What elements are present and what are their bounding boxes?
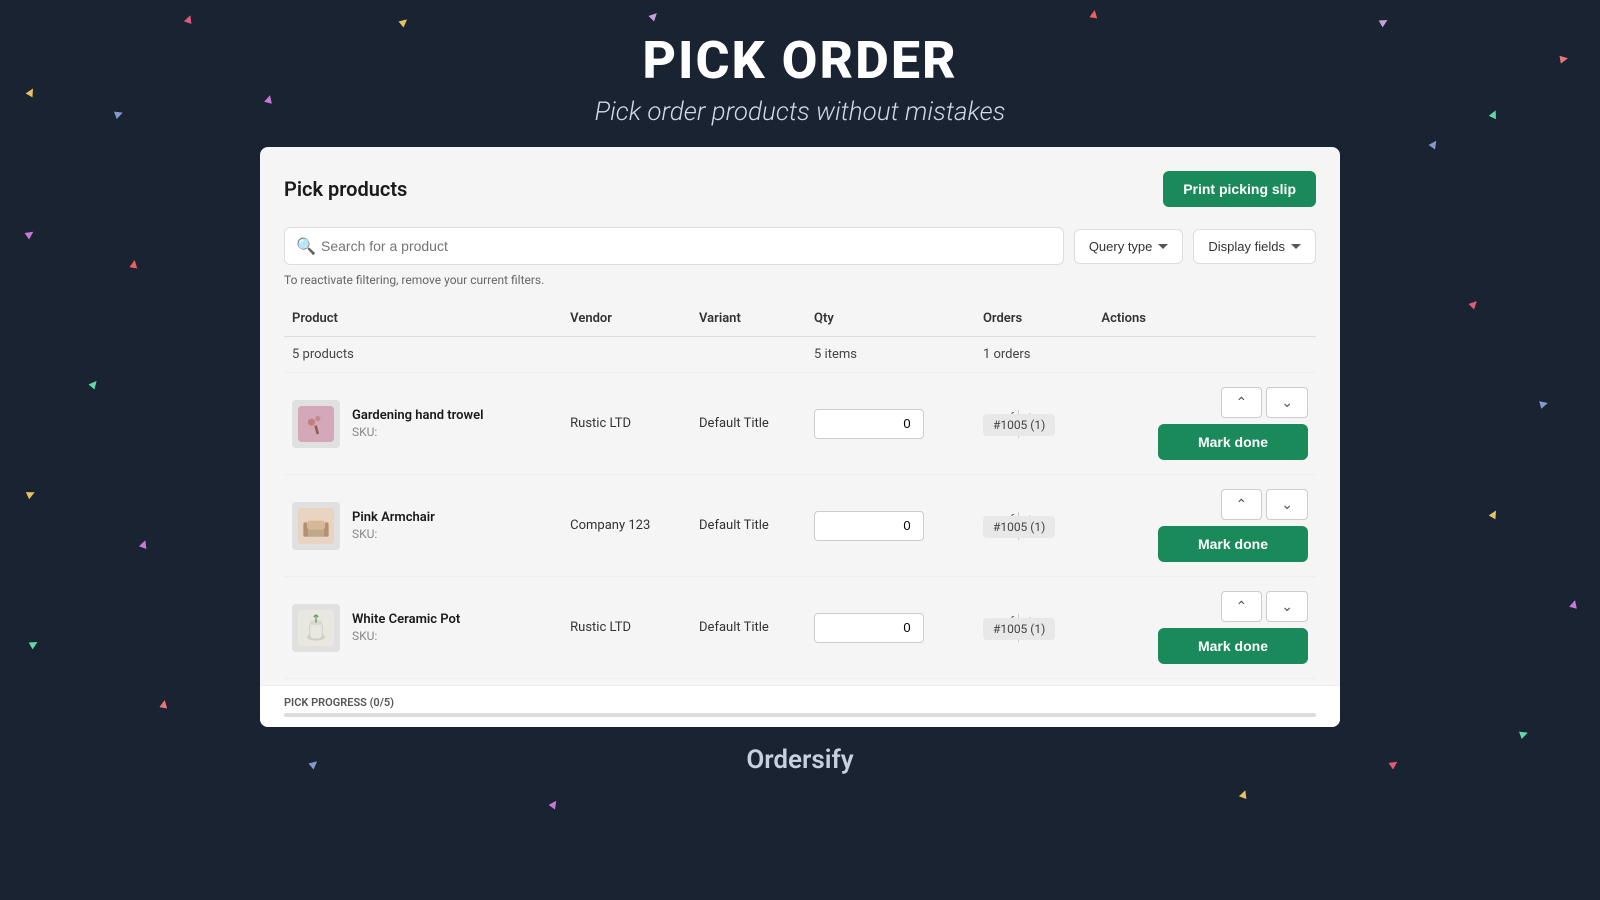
table-header: Product Vendor Variant Qty Orders Action… <box>284 301 1316 337</box>
product-info: White Ceramic Pot SKU: <box>292 604 554 652</box>
expand-buttons: ⌃ ⌄ <box>1221 489 1308 520</box>
collapse-button[interactable]: ⌃ <box>1221 387 1263 418</box>
search-row: 🔍 Query type Display fields <box>284 227 1316 265</box>
print-picking-slip-button[interactable]: Print picking slip <box>1163 171 1316 207</box>
display-fields-button[interactable]: Display fields <box>1193 229 1316 264</box>
product-thumbnail <box>292 400 340 448</box>
product-name: Gardening hand trowel <box>352 408 483 423</box>
search-icon: 🔍 <box>296 237 316 256</box>
product-vendor: Rustic LTD <box>562 373 691 475</box>
product-variant: Default Title <box>691 577 806 679</box>
progress-bar <box>284 713 1316 717</box>
search-box: 🔍 <box>284 227 1064 265</box>
search-input[interactable] <box>284 227 1064 265</box>
col-orders: Orders <box>975 301 1093 337</box>
summary-qty: 5 items <box>806 337 975 373</box>
expand-buttons: ⌃ ⌄ <box>1221 387 1308 418</box>
collapse-button[interactable]: ⌃ <box>1221 591 1263 622</box>
expand-button[interactable]: ⌄ <box>1266 387 1308 418</box>
product-thumbnail <box>292 502 340 550</box>
actions-cell: ⌃ ⌄ Mark done <box>1101 387 1308 460</box>
product-variant: Default Title <box>691 373 806 475</box>
page-header: PICK ORDER Pick order products without m… <box>0 0 1600 147</box>
expand-button[interactable]: ⌄ <box>1266 591 1308 622</box>
mark-done-button[interactable]: Mark done <box>1158 526 1308 562</box>
main-card: Pick products Print picking slip 🔍 Query… <box>260 147 1340 727</box>
product-sku: SKU: <box>352 629 460 643</box>
card-header: Pick products Print picking slip <box>284 171 1316 207</box>
product-sku: SKU: <box>352 425 483 439</box>
progress-bar-container: PICK PROGRESS (0/5) <box>260 685 1340 727</box>
actions-cell: ⌃ ⌄ Mark done <box>1101 489 1308 562</box>
product-vendor: Rustic LTD <box>562 577 691 679</box>
product-info: Gardening hand trowel SKU: <box>292 400 554 448</box>
expand-buttons: ⌃ ⌄ <box>1221 591 1308 622</box>
order-badge: #1005 (1) <box>983 618 1055 640</box>
table-row: Gardening hand trowel SKU: Rustic LTD De… <box>284 373 1316 475</box>
qty-control: of 1 ▲ ▼ <box>814 409 924 439</box>
product-variant: Default Title <box>691 475 806 577</box>
card-title: Pick products <box>284 177 407 201</box>
order-badge: #1005 (1) <box>983 414 1055 436</box>
page-title: PICK ORDER <box>0 30 1600 91</box>
product-info: Pink Armchair SKU: <box>292 502 554 550</box>
mark-done-button[interactable]: Mark done <box>1158 424 1308 460</box>
actions-cell: ⌃ ⌄ Mark done <box>1101 591 1308 664</box>
chevron-down-icon <box>1158 244 1168 249</box>
qty-control: of 1 ▲ ▼ <box>814 511 924 541</box>
qty-input[interactable] <box>815 410 999 437</box>
chevron-down-icon <box>1291 244 1301 249</box>
col-product: Product <box>284 301 562 337</box>
qty-input[interactable] <box>815 614 999 641</box>
product-name: White Ceramic Pot <box>352 612 460 627</box>
order-badge: #1005 (1) <box>983 516 1055 538</box>
col-variant: Variant <box>691 301 806 337</box>
col-actions: Actions <box>1093 301 1316 337</box>
table-row: Pink Armchair SKU: Company 123 Default T… <box>284 475 1316 577</box>
col-vendor: Vendor <box>562 301 691 337</box>
filter-hint: To reactivate filtering, remove your cur… <box>284 273 1316 287</box>
query-type-button[interactable]: Query type <box>1074 229 1184 264</box>
page-subtitle: Pick order products without mistakes <box>0 97 1600 127</box>
product-sku: SKU: <box>352 527 435 541</box>
mark-done-button[interactable]: Mark done <box>1158 628 1308 664</box>
summary-product-count: 5 products <box>284 337 562 373</box>
summary-orders: 1 orders <box>975 337 1093 373</box>
brand-name: Ordersify <box>746 745 853 775</box>
product-thumbnail <box>292 604 340 652</box>
qty-control: of 1 ▲ ▼ <box>814 613 924 643</box>
collapse-button[interactable]: ⌃ <box>1221 489 1263 520</box>
qty-input[interactable] <box>815 512 999 539</box>
expand-button[interactable]: ⌄ <box>1266 489 1308 520</box>
col-qty: Qty <box>806 301 975 337</box>
page-footer: Ordersify <box>0 745 1600 775</box>
table-row: White Ceramic Pot SKU: Rustic LTD Defaul… <box>284 577 1316 679</box>
product-table: Product Vendor Variant Qty Orders Action… <box>284 301 1316 679</box>
product-name: Pink Armchair <box>352 510 435 525</box>
progress-label: PICK PROGRESS (0/5) <box>284 696 1316 709</box>
summary-row: 5 products 5 items 1 orders <box>284 337 1316 373</box>
product-vendor: Company 123 <box>562 475 691 577</box>
